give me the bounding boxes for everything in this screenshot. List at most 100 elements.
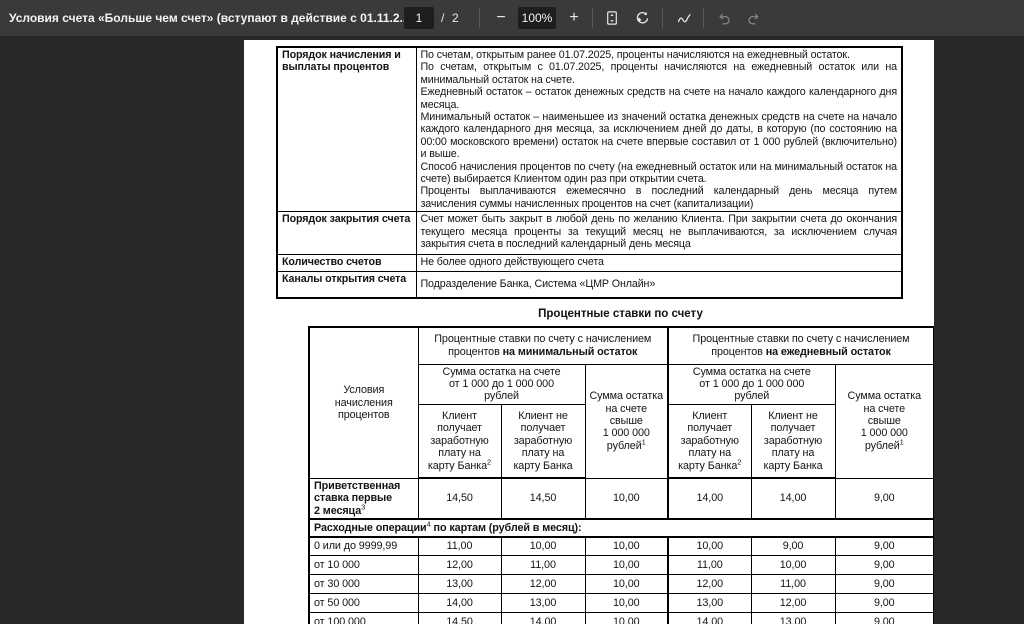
rate-cell: 9,00 xyxy=(834,593,934,614)
redo-button[interactable] xyxy=(740,4,768,32)
table-row: от 100 000 14,50 14,00 10,00 14,00 13,00… xyxy=(308,612,934,624)
zoom-in-button[interactable]: + xyxy=(560,4,588,32)
rate-cell: 13,00 xyxy=(667,593,752,614)
viewer-canvas: Порядок начисления и выплаты процентов П… xyxy=(0,36,1024,624)
rate-cell: 9,00 xyxy=(834,574,934,595)
table-row: Порядок закрытия счета Счет может быть з… xyxy=(276,211,903,256)
rate-cell: 11,00 xyxy=(417,536,502,557)
row-label: от 30 000 xyxy=(308,574,419,595)
rate-cell: 9,00 xyxy=(750,536,836,557)
rate-cell: 10,00 xyxy=(584,612,669,624)
rate-cell: 11,00 xyxy=(750,574,836,595)
rate-cell: 10,00 xyxy=(584,574,669,595)
rate-cell: 14,00 xyxy=(750,477,836,520)
corner-header: Условия начисления процентов xyxy=(308,326,419,479)
undo-icon xyxy=(716,10,732,26)
table-row: Порядок начисления и выплаты процентов П… xyxy=(276,46,903,213)
rate-cell: 11,00 xyxy=(500,555,586,576)
section-header: Расходные операции4 по картам (рублей в … xyxy=(308,517,934,538)
rotate-button[interactable] xyxy=(628,4,656,32)
draw-button[interactable] xyxy=(670,4,698,32)
rate-cell: 12,00 xyxy=(500,574,586,595)
rate-cell: 14,50 xyxy=(417,477,502,520)
range-header: Сумма остатка на счете от 1 000 до 1 000… xyxy=(417,363,586,405)
rate-cell: 14,00 xyxy=(500,612,586,624)
paragraph: Счет может быть закрыт в любой день по ж… xyxy=(420,213,898,251)
row-label: 0 или до 9999,99 xyxy=(308,536,419,557)
rate-cell: 13,00 xyxy=(500,593,586,614)
page-separator: / xyxy=(441,11,445,25)
range-header: Сумма остатка на счете от 1 000 до 1 000… xyxy=(667,363,836,405)
row-content: Не более одного действующего счета xyxy=(415,254,903,273)
paragraph: Подразделение Банка, Система «ЦМР Онлайн… xyxy=(420,278,656,291)
table-row: Количество счетов Не более одного действ… xyxy=(276,254,903,273)
rate-cell: 12,00 xyxy=(417,555,502,576)
rates-table-title: Процентные ставки по счету xyxy=(538,308,703,320)
rate-cell: 9,00 xyxy=(834,555,934,576)
rate-cell: 12,00 xyxy=(750,593,836,614)
row-label: от 50 000 xyxy=(308,593,419,614)
document-title: Условия счета «Больше чем счет» (вступаю… xyxy=(9,11,410,25)
pdf-toolbar: Условия счета «Больше чем счет» (вступаю… xyxy=(0,0,1024,36)
welcome-rate-row: Приветственная ставка первые 2 месяца3 1… xyxy=(308,477,934,520)
paragraph: Проценты выплачиваются ежемесячно в посл… xyxy=(420,185,898,210)
table-row: 0 или до 9999,99 11,00 10,00 10,00 10,00… xyxy=(308,536,934,557)
rate-cell: 10,00 xyxy=(500,536,586,557)
no-salary-client-header: Клиент не получает заработную плату на к… xyxy=(750,403,836,480)
row-content: По счетам, открытым ранее 01.07.2025, пр… xyxy=(415,46,903,213)
rate-cell: 10,00 xyxy=(750,555,836,576)
rate-cell: 9,00 xyxy=(834,536,934,557)
rate-cell: 14,50 xyxy=(417,612,502,624)
paragraph: Способ начисления процентов по счету (на… xyxy=(420,160,898,186)
zoom-out-button[interactable]: − xyxy=(487,4,515,32)
toolbar-divider xyxy=(662,8,663,28)
group-header-daily-balance: Процентные ставки по счету с начислением… xyxy=(667,326,934,365)
rate-cell: 10,00 xyxy=(584,555,669,576)
over-limit-header: Сумма остатка на счете свыше 1 000 000 р… xyxy=(834,363,934,479)
toolbar-divider xyxy=(703,8,704,28)
rate-cell: 9,00 xyxy=(834,477,934,520)
rate-cell: 14,00 xyxy=(667,612,752,624)
rate-cell: 10,00 xyxy=(584,593,669,614)
interest-rates-table: Условия начисления процентов Процентные … xyxy=(308,326,934,624)
paragraph: По счетам, открытым ранее 01.07.2025, пр… xyxy=(420,49,850,61)
row-content: Счет может быть закрыт в любой день по ж… xyxy=(415,211,903,256)
zoom-level-control[interactable]: 100% xyxy=(518,7,556,29)
rate-cell: 13,00 xyxy=(417,574,502,595)
pdf-viewer-window: Условия счета «Больше чем счет» (вступаю… xyxy=(0,0,1024,624)
row-label: Приветственная ставка первые 2 месяца3 xyxy=(308,477,419,520)
rates-table-wrap: Условия начисления процентов Процентные … xyxy=(308,326,934,624)
rate-cell: 14,00 xyxy=(667,477,752,520)
row-label: Количество счетов xyxy=(276,254,417,273)
paragraph: Ежедневный остаток – остаток денежных ср… xyxy=(420,86,898,111)
row-label: от 100 000 xyxy=(308,612,419,624)
section-row: Расходные операции4 по картам (рублей в … xyxy=(308,517,934,538)
table-row: от 10 000 12,00 11,00 10,00 11,00 10,00 … xyxy=(308,555,934,576)
row-label: Каналы открытия счета xyxy=(276,271,417,299)
row-content: Подразделение Банка, Система «ЦМР Онлайн… xyxy=(415,271,903,299)
table-row: от 50 000 14,00 13,00 10,00 13,00 12,00 … xyxy=(308,593,934,614)
paragraph: Не более одного действующего счета xyxy=(420,256,604,269)
rate-cell: 11,00 xyxy=(667,555,752,576)
paragraph: Минимальный остаток – наименьшее из знач… xyxy=(420,111,898,161)
no-salary-client-header: Клиент не получает заработную плату на к… xyxy=(500,403,586,480)
fit-to-page-button[interactable] xyxy=(598,4,626,32)
row-label: Порядок закрытия счета xyxy=(276,211,417,256)
rate-cell: 10,00 xyxy=(584,477,669,520)
redo-icon xyxy=(746,10,762,26)
rate-cell: 10,00 xyxy=(584,536,669,557)
page-number-input[interactable]: 1 xyxy=(404,7,434,29)
paragraph: По счетам, открытым с 01.07.2025, процен… xyxy=(420,61,898,86)
toolbar-divider xyxy=(592,8,593,28)
rate-cell: 13,00 xyxy=(750,612,836,624)
page-content: Порядок начисления и выплаты процентов П… xyxy=(276,46,934,624)
row-label: Порядок начисления и выплаты процентов xyxy=(276,46,417,213)
rate-cell: 12,00 xyxy=(667,574,752,595)
salary-client-header: Клиент получает заработную плату на карт… xyxy=(417,403,502,480)
salary-client-header: Клиент получает заработную плату на карт… xyxy=(667,403,752,480)
table-row: от 30 000 13,00 12,00 10,00 12,00 11,00 … xyxy=(308,574,934,595)
header-row: Условия начисления процентов Процентные … xyxy=(308,326,934,479)
draw-ink-icon xyxy=(676,10,692,26)
fit-to-page-icon xyxy=(604,10,620,26)
undo-button[interactable] xyxy=(710,4,738,32)
